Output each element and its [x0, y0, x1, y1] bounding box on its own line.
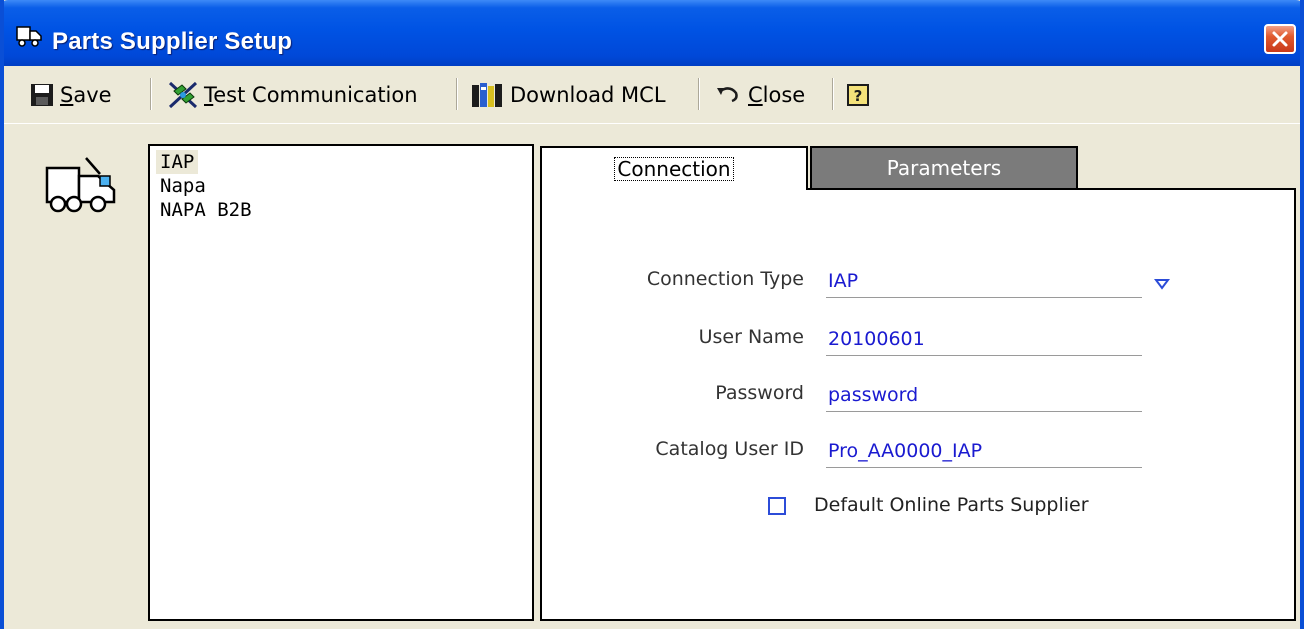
connection-type-select[interactable]: IAP [826, 266, 1142, 298]
download-mcl-button[interactable]: Download MCL [470, 78, 666, 112]
save-button[interactable]: Save [30, 78, 112, 112]
password-label: Password [715, 382, 804, 404]
satellite-icon [168, 81, 198, 109]
default-supplier-label[interactable]: Default Online Parts Supplier [814, 494, 1089, 516]
close-button[interactable]: Close [716, 78, 805, 112]
password-field[interactable]: password [826, 380, 1142, 412]
tab-parameters-label: Parameters [886, 156, 1002, 180]
supplier-list[interactable]: IAP Napa NAPA B2B [148, 144, 534, 621]
supplier-item[interactable]: NAPA B2B [156, 198, 256, 222]
toolbar-separator [832, 78, 834, 110]
toolbar-separator [698, 78, 700, 110]
tab-connection-label: Connection [614, 157, 734, 181]
test-communication-button[interactable]: Test Communication [168, 78, 418, 112]
tab-parameters[interactable]: Parameters [810, 146, 1078, 190]
floppy-disk-icon [31, 84, 53, 106]
download-mcl-label: Download MCL [510, 83, 666, 107]
connection-type-label: Connection Type [646, 268, 804, 290]
parts-supplier-setup-window: Parts Supplier Setup Save Test Communica… [0, 0, 1304, 629]
catalog-user-id-label: Catalog User ID [655, 438, 804, 460]
books-icon [472, 83, 502, 107]
close-icon [1272, 31, 1288, 47]
toolbar: Save Test Communication Download MCL Clo… [4, 66, 1300, 124]
supplier-item[interactable]: IAP [156, 150, 199, 174]
toolbar-separator [150, 78, 152, 110]
close-label: Close [748, 83, 806, 107]
help-icon: ? [847, 84, 869, 106]
help-button[interactable]: ? [846, 78, 876, 112]
toolbar-separator [456, 78, 458, 110]
save-label: Save [60, 83, 112, 107]
default-supplier-checkbox[interactable] [768, 497, 786, 515]
undo-arrow-icon [717, 87, 738, 103]
title-bar[interactable]: Parts Supplier Setup [4, 0, 1300, 66]
chevron-down-icon[interactable] [1154, 278, 1170, 290]
window-title: Parts Supplier Setup [52, 28, 293, 55]
truck-icon [45, 157, 116, 213]
user-name-label: User Name [698, 326, 804, 348]
help-icon-glyph: ? [854, 87, 863, 105]
close-window-button[interactable] [1264, 24, 1296, 54]
supplier-item[interactable]: Napa [156, 174, 210, 198]
tab-connection[interactable]: Connection [540, 146, 808, 190]
catalog-user-id-field[interactable]: Pro_AA0000_IAP [826, 436, 1142, 468]
truck-icon [16, 26, 42, 47]
user-name-field[interactable]: 20100601 [826, 324, 1142, 356]
test-communication-label: Test Communication [204, 83, 418, 107]
